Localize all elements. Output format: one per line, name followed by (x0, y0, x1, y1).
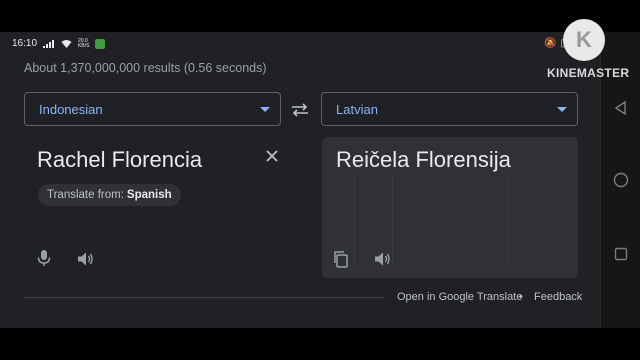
microphone-icon[interactable] (35, 249, 53, 267)
source-language-select[interactable]: Indonesian (24, 92, 281, 126)
recents-icon[interactable] (613, 246, 629, 262)
detected-language-chip[interactable]: Translate from: Spanish (38, 184, 181, 206)
footer-divider (24, 297, 384, 298)
chevron-down-icon (260, 107, 270, 112)
wifi-icon (61, 40, 72, 48)
translated-text: Reičela Florensija (336, 147, 511, 172)
mute-icon: 🔕 (544, 38, 557, 49)
home-icon[interactable] (613, 172, 629, 188)
feedback-link[interactable]: Feedback (534, 291, 582, 303)
chevron-down-icon (557, 107, 567, 112)
footer-separator: • (519, 291, 523, 303)
panel-divider (508, 175, 509, 263)
clear-text-icon[interactable] (263, 147, 281, 165)
copy-icon[interactable] (332, 250, 350, 268)
battery-icon (95, 38, 106, 49)
network-speed: 20.0 KB/S (78, 37, 90, 49)
target-language-select[interactable]: Latvian (321, 92, 578, 126)
source-text[interactable]: Rachel Florencia (37, 147, 202, 173)
back-icon[interactable] (613, 100, 629, 116)
panel-divider (354, 175, 355, 263)
swap-languages-icon[interactable] (289, 100, 311, 120)
status-bar: 16:10 20.0 KB/S (12, 37, 106, 49)
source-language-label: Indonesian (39, 101, 103, 117)
results-count: About 1,370,000,000 results (0.56 second… (24, 61, 267, 75)
panel-divider (392, 175, 393, 263)
detected-language-prefix: Translate from: (47, 189, 124, 201)
signal-icon (43, 39, 55, 48)
clock: 16:10 (12, 38, 38, 49)
kinemaster-watermark: KINEMASTER (547, 66, 630, 80)
kinemaster-logo: K (563, 19, 605, 61)
target-language-label: Latvian (336, 101, 378, 117)
speaker-icon[interactable] (373, 250, 391, 268)
detected-language: Spanish (126, 189, 172, 201)
speaker-icon[interactable] (76, 250, 94, 268)
open-in-google-translate-link[interactable]: Open in Google Translate (397, 291, 522, 303)
